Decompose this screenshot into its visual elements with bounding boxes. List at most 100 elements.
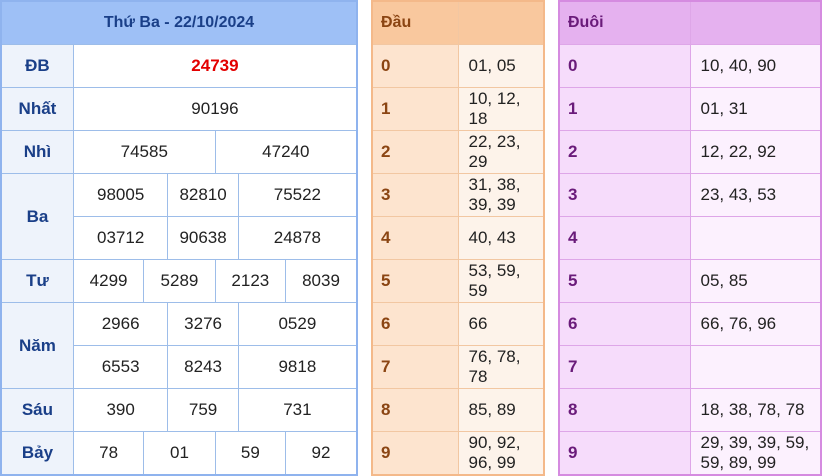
dau-digit: 6 bbox=[371, 302, 459, 346]
special-prize-value: 24739 bbox=[72, 44, 358, 88]
prize-value: 2123 bbox=[214, 259, 287, 303]
prize-label-nhat: Nhất bbox=[0, 87, 74, 131]
results-table: Thứ Ba - 22/10/2024 ĐB 24739 Nhất 90196 … bbox=[0, 0, 358, 476]
duoi-row: 7 bbox=[558, 345, 822, 389]
duoi-table: Đuôi 0 10, 40, 90 1 01, 31 2 12, 22, 92 3 23, 4… bbox=[558, 0, 822, 476]
dau-digit: 8 bbox=[371, 388, 459, 432]
duoi-header: Đuôi bbox=[558, 0, 691, 45]
dau-header: Đầu bbox=[371, 0, 459, 45]
prize-label-db: ĐB bbox=[0, 44, 74, 88]
prize-row-nam: Năm 2966 3276 0529 bbox=[0, 302, 358, 389]
duoi-digit: 3 bbox=[558, 173, 691, 217]
dau-digit: 5 bbox=[371, 259, 459, 303]
prize-label-ba: Ba bbox=[0, 173, 74, 260]
prize-row-nhat: Nhất 90196 bbox=[0, 87, 358, 131]
results-date-header: Thứ Ba - 22/10/2024 bbox=[0, 0, 358, 45]
prize-value: 98005 bbox=[72, 173, 169, 217]
duoi-numbers bbox=[689, 216, 822, 260]
prize-label-nhi: Nhì bbox=[0, 130, 74, 174]
duoi-numbers: 05, 85 bbox=[689, 259, 822, 303]
prize-value: 59 bbox=[214, 431, 287, 476]
duoi-numbers: 18, 38, 78, 78 bbox=[689, 388, 822, 432]
dau-header-blank bbox=[457, 0, 545, 45]
prize-row-sau: Sáu 390 759 731 bbox=[0, 388, 358, 432]
dau-numbers: 10, 12, 18 bbox=[457, 87, 545, 131]
duoi-digit: 5 bbox=[558, 259, 691, 303]
duoi-row: 4 bbox=[558, 216, 822, 260]
dau-row: 7 76, 78, 78 bbox=[371, 345, 545, 389]
prize-value: 75522 bbox=[237, 173, 358, 217]
dau-numbers: 76, 78, 78 bbox=[457, 345, 545, 389]
prize-value: 90638 bbox=[167, 216, 239, 260]
dau-numbers: 31, 38, 39, 39 bbox=[457, 173, 545, 217]
duoi-row: 3 23, 43, 53 bbox=[558, 173, 822, 217]
dau-numbers: 90, 92, 96, 99 bbox=[457, 431, 545, 476]
duoi-digit: 0 bbox=[558, 44, 691, 88]
dau-row: 3 31, 38, 39, 39 bbox=[371, 173, 545, 217]
dau-digit: 7 bbox=[371, 345, 459, 389]
dau-row: 8 85, 89 bbox=[371, 388, 545, 432]
prize-value: 4299 bbox=[72, 259, 145, 303]
duoi-numbers: 10, 40, 90 bbox=[689, 44, 822, 88]
duoi-numbers: 01, 31 bbox=[689, 87, 822, 131]
prize-label-tu: Tư bbox=[0, 259, 74, 303]
dau-digit: 3 bbox=[371, 173, 459, 217]
dau-row: 5 53, 59, 59 bbox=[371, 259, 545, 303]
dau-row: 9 90, 92, 96, 99 bbox=[371, 431, 545, 476]
duoi-row: 6 66, 76, 96 bbox=[558, 302, 822, 346]
prize-value: 731 bbox=[237, 388, 358, 432]
dau-numbers: 66 bbox=[457, 302, 545, 346]
duoi-digit: 8 bbox=[558, 388, 691, 432]
dau-row: 2 22, 23, 29 bbox=[371, 130, 545, 174]
duoi-header-blank bbox=[689, 0, 822, 45]
prize-row-ba: Ba 98005 82810 75522 bbox=[0, 173, 358, 260]
prize-value: 24878 bbox=[237, 216, 358, 260]
prize-value: 390 bbox=[72, 388, 169, 432]
duoi-digit: 9 bbox=[558, 431, 691, 476]
prize-value: 3276 bbox=[167, 302, 239, 346]
prize-value: 01 bbox=[143, 431, 216, 476]
prize-row-bay: Bảy 78 01 59 92 bbox=[0, 431, 358, 476]
prize-value: 74585 bbox=[72, 130, 216, 174]
dau-row: 4 40, 43 bbox=[371, 216, 545, 260]
dau-row: 6 66 bbox=[371, 302, 545, 346]
duoi-numbers: 12, 22, 92 bbox=[689, 130, 822, 174]
dau-row: 0 01, 05 bbox=[371, 44, 545, 88]
prize-value: 6553 bbox=[72, 345, 169, 389]
dau-digit: 9 bbox=[371, 431, 459, 476]
dau-numbers: 53, 59, 59 bbox=[457, 259, 545, 303]
dau-row: 1 10, 12, 18 bbox=[371, 87, 545, 131]
duoi-digit: 2 bbox=[558, 130, 691, 174]
duoi-row: 0 10, 40, 90 bbox=[558, 44, 822, 88]
dau-digit: 2 bbox=[371, 130, 459, 174]
duoi-row: 8 18, 38, 78, 78 bbox=[558, 388, 822, 432]
prize-row-tu: Tư 4299 5289 2123 8039 bbox=[0, 259, 358, 303]
duoi-digit: 6 bbox=[558, 302, 691, 346]
dau-table: Đầu 0 01, 05 1 10, 12, 18 2 22, 23, 29 3 31, 38… bbox=[371, 0, 545, 476]
prize-label-nam: Năm bbox=[0, 302, 74, 389]
prize-label-sau: Sáu bbox=[0, 388, 74, 432]
prize-value: 0529 bbox=[237, 302, 358, 346]
prize-value: 47240 bbox=[214, 130, 358, 174]
dau-numbers: 01, 05 bbox=[457, 44, 545, 88]
duoi-row: 5 05, 85 bbox=[558, 259, 822, 303]
dau-digit: 0 bbox=[371, 44, 459, 88]
duoi-numbers: 23, 43, 53 bbox=[689, 173, 822, 217]
prize-value: 92 bbox=[285, 431, 358, 476]
dau-digit: 4 bbox=[371, 216, 459, 260]
duoi-digit: 1 bbox=[558, 87, 691, 131]
duoi-digit: 4 bbox=[558, 216, 691, 260]
dau-numbers: 40, 43 bbox=[457, 216, 545, 260]
prize-value: 8039 bbox=[285, 259, 358, 303]
prize-row-db: ĐB 24739 bbox=[0, 44, 358, 88]
duoi-numbers: 66, 76, 96 bbox=[689, 302, 822, 346]
dau-digit: 1 bbox=[371, 87, 459, 131]
prize-value: 9818 bbox=[237, 345, 358, 389]
prize-value: 03712 bbox=[72, 216, 169, 260]
dau-numbers: 85, 89 bbox=[457, 388, 545, 432]
duoi-numbers: 29, 39, 39, 59, 59, 89, 99 bbox=[689, 431, 822, 476]
duoi-row: 9 29, 39, 39, 59, 59, 89, 99 bbox=[558, 431, 822, 476]
prize-value: 2966 bbox=[72, 302, 169, 346]
prize-label-bay: Bảy bbox=[0, 431, 74, 476]
prize-value: 82810 bbox=[167, 173, 239, 217]
